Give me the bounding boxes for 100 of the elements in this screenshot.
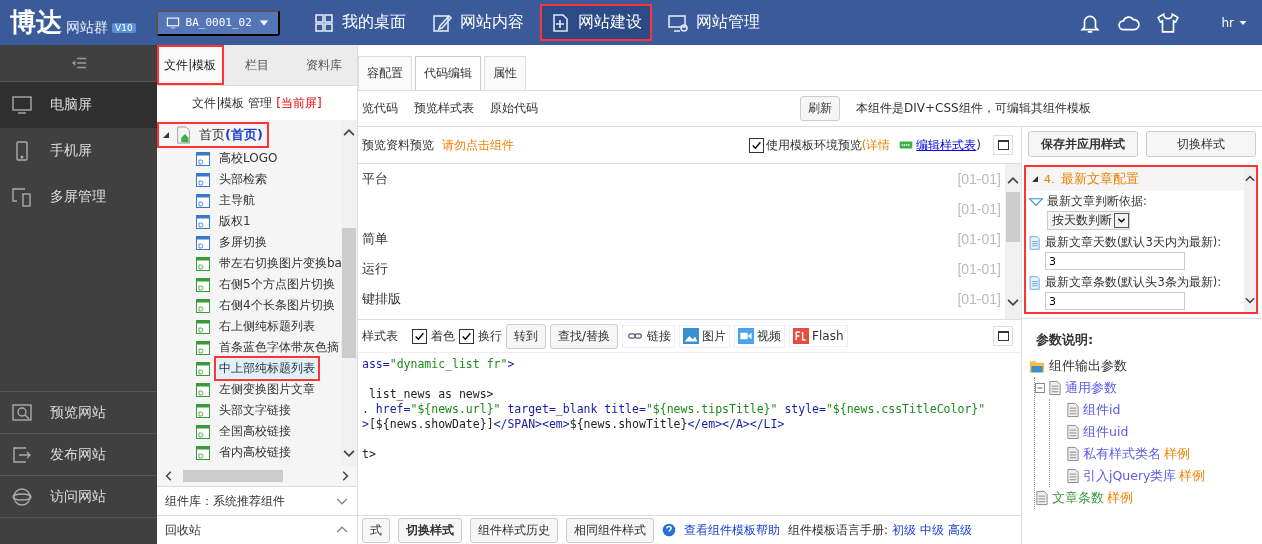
tree-item[interactable]: 中上部纯标题列表 — [157, 358, 341, 379]
article-date: [01-01] — [957, 201, 1001, 217]
tree-node[interactable]: 组件uid — [1083, 423, 1129, 441]
version-badge: V10 — [112, 22, 136, 33]
field-label: 最新文章条数(默认头3条为最新): — [1045, 275, 1222, 290]
insert-button[interactable]: 视频 — [734, 324, 786, 348]
document-icon — [1028, 235, 1042, 251]
article-title: 键排版 — [362, 290, 401, 308]
tree-node[interactable]: 组件id — [1083, 401, 1121, 419]
stylesheet-label[interactable]: 样式表 — [362, 327, 398, 345]
manual-link[interactable]: 中级 — [920, 521, 945, 539]
tree-node[interactable]: 组件输出参数 — [1049, 357, 1127, 375]
style-button[interactable]: 组件样式历史 — [470, 517, 558, 543]
tree-item[interactable]: 省内高校链接 — [157, 442, 341, 463]
tree-item[interactable]: 高校LOGO — [157, 148, 341, 169]
tree-node[interactable]: 通用参数 — [1065, 379, 1117, 397]
refresh-button[interactable]: 刷新 — [800, 96, 840, 121]
multi-screen-icon — [12, 187, 32, 207]
nav-item[interactable]: 我的桌面 — [303, 4, 416, 41]
maximize-icon[interactable] — [993, 135, 1013, 155]
select-field[interactable]: 按天数判断 — [1047, 211, 1130, 230]
search-icon — [12, 402, 32, 423]
sidebar-item[interactable]: 手机屏 — [0, 128, 157, 174]
recycle-bin-label[interactable]: 回收站 — [165, 521, 201, 539]
collapse-toggle[interactable] — [1035, 383, 1045, 393]
toolbar-button[interactable]: 转到 — [506, 323, 546, 349]
style-button[interactable]: 式 — [362, 517, 390, 543]
view-link[interactable]: 预览样式表 — [414, 100, 474, 117]
nav-item[interactable]: 网站管理 — [657, 4, 770, 41]
panel-tab[interactable]: 栏目 — [223, 45, 291, 85]
tree-item[interactable]: 左侧变换图片文章 — [157, 379, 341, 400]
field-label: 最新文章天数(默认3天内为最新): — [1045, 235, 1222, 250]
maximize-icon[interactable] — [993, 326, 1013, 346]
user-menu[interactable]: hr — [1215, 14, 1254, 31]
sidebar-item[interactable]: 多屏管理 — [0, 174, 157, 220]
component-file-icon — [195, 150, 211, 167]
grid-icon — [313, 12, 334, 33]
nav-item[interactable]: 网站建设 — [539, 4, 652, 41]
expand-toggle[interactable] — [1032, 176, 1038, 182]
site-selector[interactable]: BA_0001_02 — [155, 9, 280, 36]
checkbox[interactable] — [412, 328, 427, 344]
tree-item[interactable]: 带左右切换图片变换ba — [157, 253, 341, 274]
style-button[interactable]: 切换样式 — [398, 517, 462, 543]
component-file-icon — [195, 402, 211, 419]
sidebar-item[interactable]: 电脑屏 — [0, 82, 157, 128]
tree-node[interactable]: 私有样式类名 — [1083, 445, 1161, 463]
tree-item[interactable]: 右侧5个方点图片切换 — [157, 274, 341, 295]
tree-item[interactable]: 右侧4个长条图片切换 — [157, 295, 341, 316]
page-icon — [1066, 402, 1080, 418]
tree-item[interactable]: 右上侧纯标题列表 — [157, 316, 341, 337]
style-button[interactable]: 切换样式 — [1146, 131, 1256, 157]
editor-tab[interactable]: 代码编辑 — [415, 56, 481, 90]
expand-toggle[interactable] — [163, 132, 169, 138]
minus-icon — [1036, 384, 1044, 392]
manual-link[interactable]: 高级 — [948, 521, 973, 539]
style-button[interactable]: 相同组件样式 — [566, 517, 654, 543]
page-icon — [1035, 490, 1049, 506]
view-link[interactable]: 原始代码 — [490, 100, 538, 117]
tree-node[interactable]: 引入jQuery类库 — [1083, 467, 1177, 485]
tree-item[interactable]: 多屏切换 — [157, 232, 341, 253]
component-file-icon — [195, 444, 211, 461]
monitor-icon — [12, 95, 32, 115]
nav-item[interactable]: 网站内容 — [421, 4, 534, 41]
tree-node[interactable]: 文章条数 — [1052, 489, 1104, 507]
editor-tab[interactable]: 属性 — [484, 56, 526, 90]
tree-item[interactable]: 全国高校链接 — [157, 421, 341, 442]
tree-item[interactable]: 版权1 — [157, 211, 341, 232]
insert-button[interactable]: 链接 — [622, 324, 676, 348]
scrollbar-thumb[interactable] — [1006, 192, 1020, 242]
edit-stylesheet-link[interactable]: 编辑样式表 — [916, 136, 977, 154]
component-file-icon — [195, 213, 211, 230]
scrollbar-thumb[interactable] — [342, 228, 356, 358]
input-field[interactable]: 3 — [1045, 292, 1185, 310]
field-label: 最新文章判断依据: — [1047, 194, 1147, 209]
tree-item[interactable]: 头部文字链接 — [157, 400, 341, 421]
scrollbar-thumb[interactable] — [183, 470, 283, 482]
toolbar-button[interactable]: 查找/替换 — [550, 323, 619, 349]
manual-label: 组件模板语言手册: — [788, 521, 889, 539]
closing-paren: ) — [976, 138, 981, 152]
manual-link[interactable]: 初级 — [892, 521, 917, 539]
code-editor[interactable]: ass="dynamic_list fr"> list_news as news> . href="${news.url}" target=_blank title="${news.tipsTitle}" style="${news.cssTitleColor}" >[${news.showDate}]</SPAN><em>${news.showTitle}</em></A></LI> t> — [358, 353, 1021, 515]
panel-tab[interactable]: 资料库 — [290, 45, 357, 85]
tree-item[interactable]: 头部检索 — [157, 169, 341, 190]
checkbox[interactable] — [459, 328, 474, 344]
panel-tab[interactable]: 文件|模板 — [157, 45, 224, 85]
editor-tab[interactable]: 容配置 — [358, 56, 412, 90]
help-link[interactable]: 查看组件模板帮助 — [684, 521, 780, 539]
component-file-icon — [195, 318, 211, 335]
insert-button[interactable]: Flash — [789, 325, 848, 347]
product-name: 网站群 — [66, 18, 108, 37]
component-file-icon — [195, 192, 211, 209]
checkbox[interactable] — [748, 137, 764, 153]
component-file-icon — [195, 255, 211, 272]
view-link[interactable]: 览代码 — [362, 100, 398, 117]
style-button[interactable]: 保存并应用样式 — [1028, 131, 1138, 157]
help-icon — [662, 523, 676, 537]
globe-icon — [12, 486, 32, 507]
tree-item[interactable]: 主导航 — [157, 190, 341, 211]
input-field[interactable]: 3 — [1045, 252, 1185, 270]
insert-button[interactable]: 图片 — [679, 324, 731, 348]
